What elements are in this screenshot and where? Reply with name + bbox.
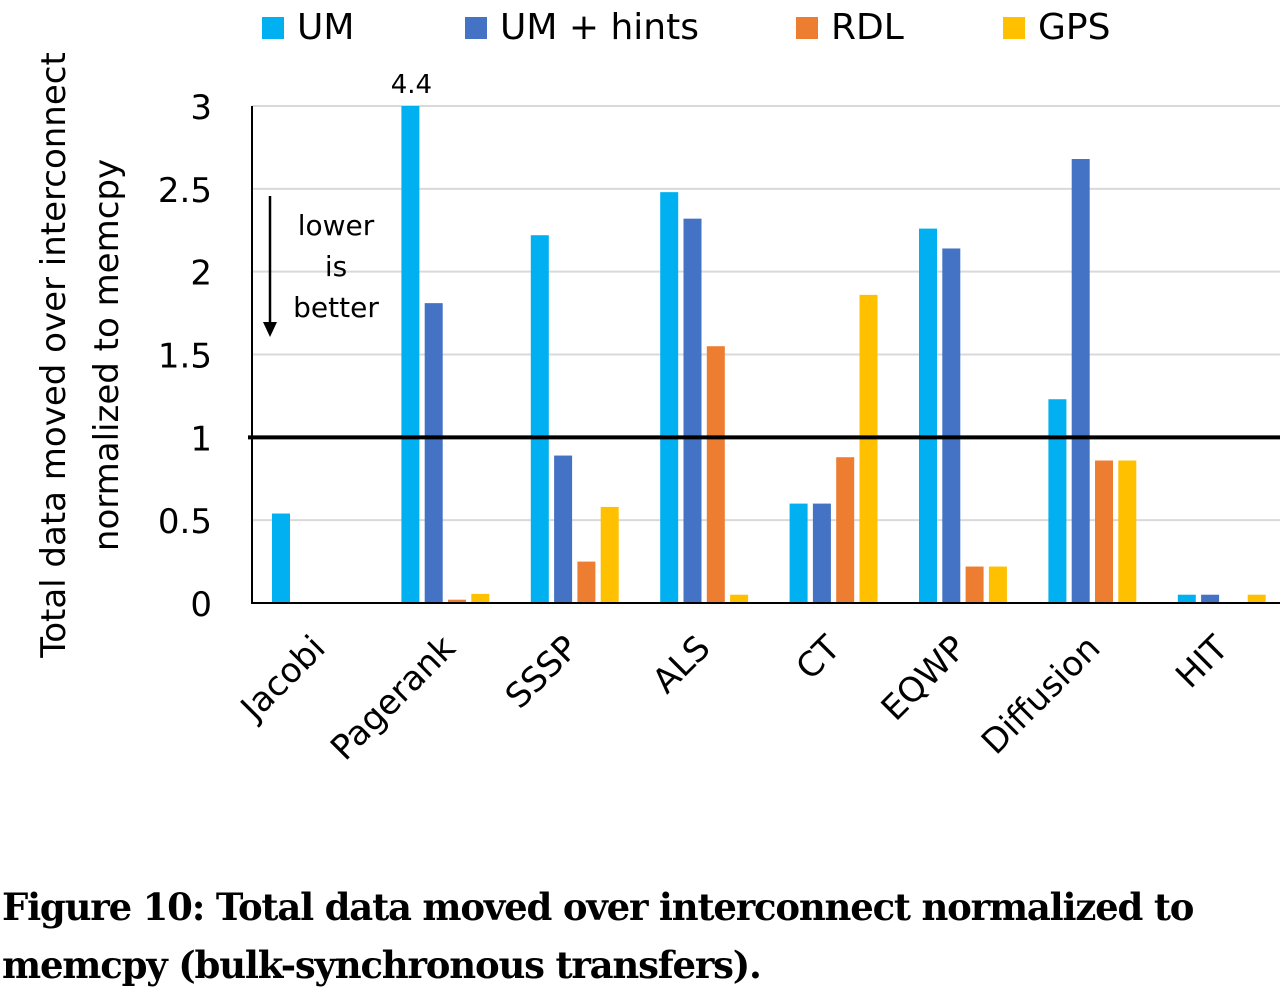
y-tick-label: 3 [190, 88, 212, 128]
bar-rdl-als [706, 346, 725, 603]
legend-swatch [1003, 17, 1025, 39]
bar-um-hints-als [683, 218, 702, 604]
legend-swatch [262, 17, 284, 39]
bar-gps-pagerank [471, 593, 490, 603]
bar-rdl-ct [836, 457, 855, 603]
legend-swatch [796, 17, 818, 39]
x-tick-label: Pagerank [323, 628, 463, 768]
legend-item: UM [262, 7, 354, 48]
bar-um-eqwp [919, 228, 937, 604]
bar-gps-diffusion [1118, 460, 1137, 603]
bar-um-sssp [530, 235, 549, 603]
bar-um-ct [789, 503, 808, 603]
y-axis-title: Total data moved over interconnect normal… [34, 52, 127, 659]
legend-label: RDL [831, 7, 904, 48]
legend-item: UM + hints [465, 7, 699, 48]
x-tick-label: Jacobi [232, 628, 333, 729]
bar-gps-eqwp [988, 566, 1007, 603]
y-axis-title-line: Total data moved over interconnect [34, 52, 74, 659]
legend-label: GPS [1038, 7, 1110, 48]
bar-um-diffusion [1048, 399, 1067, 603]
legend-label: UM [297, 7, 354, 48]
figure-caption: Figure 10: Total data moved over interco… [2, 878, 1280, 994]
bar-gps-als [730, 594, 749, 603]
y-tick-label: 2.5 [158, 171, 212, 211]
bar-rdl-sssp [577, 561, 596, 603]
bar-um-als [660, 192, 679, 603]
x-tick-label: Diffusion [974, 628, 1108, 762]
annotation-text: is [325, 250, 347, 283]
bar-um-pagerank [401, 106, 420, 603]
bar-um-hints-eqwp [942, 248, 961, 603]
y-axis-title-line: normalized to memcpy [87, 159, 127, 551]
bar-um-hit [1177, 594, 1196, 603]
arrow-down-icon [263, 322, 277, 337]
bar-um-hints-hit [1201, 594, 1220, 603]
legend-label: UM + hints [500, 7, 699, 48]
y-tick-label: 2 [190, 254, 212, 294]
bar-um-hints-diffusion [1071, 159, 1090, 603]
x-tick-label: SSSP [498, 628, 587, 717]
x-tick-label: EQWP [874, 628, 975, 729]
bar-gps-hit [1247, 594, 1266, 603]
bar-um-jacobi [272, 513, 290, 603]
legend-item: RDL [796, 7, 904, 48]
bar-um-hints-ct [812, 503, 831, 603]
caption-label: Figure 10: [2, 885, 205, 929]
bar-rdl-eqwp [965, 566, 984, 603]
data-label-clipped-value: 4.4 [391, 70, 432, 100]
legend-swatch [465, 17, 487, 39]
annotation-text: better [293, 291, 379, 324]
bar-gps-ct [859, 294, 878, 603]
y-axis-ticks: 0 0.5 1 1.5 2 2.5 3 [158, 88, 212, 625]
x-tick-label: ALS [645, 628, 718, 701]
bar-um-hints-pagerank [424, 303, 443, 603]
bar-gps-sssp [600, 506, 619, 603]
y-tick-label: 0.5 [158, 502, 212, 542]
y-tick-label: 1.5 [158, 337, 212, 377]
x-tick-label: HIT [1168, 628, 1236, 696]
bar-chart: UM UM + hints RDL GPS Total data moved over… [34, 7, 1280, 768]
x-tick-label: CT [789, 628, 849, 688]
x-axis-ticks: JacobiPagerank SSSP ALS CT EQWP Diffusion HIT [232, 628, 1237, 768]
legend-item: GPS [1003, 7, 1110, 48]
legend: UM UM + hints RDL GPS [262, 7, 1110, 48]
y-tick-label: 1 [190, 419, 212, 459]
y-tick-label: 0 [190, 585, 212, 625]
bar-um-hints-sssp [554, 455, 573, 603]
annotation-text: lower [298, 209, 375, 242]
bar-rdl-diffusion [1095, 460, 1113, 603]
